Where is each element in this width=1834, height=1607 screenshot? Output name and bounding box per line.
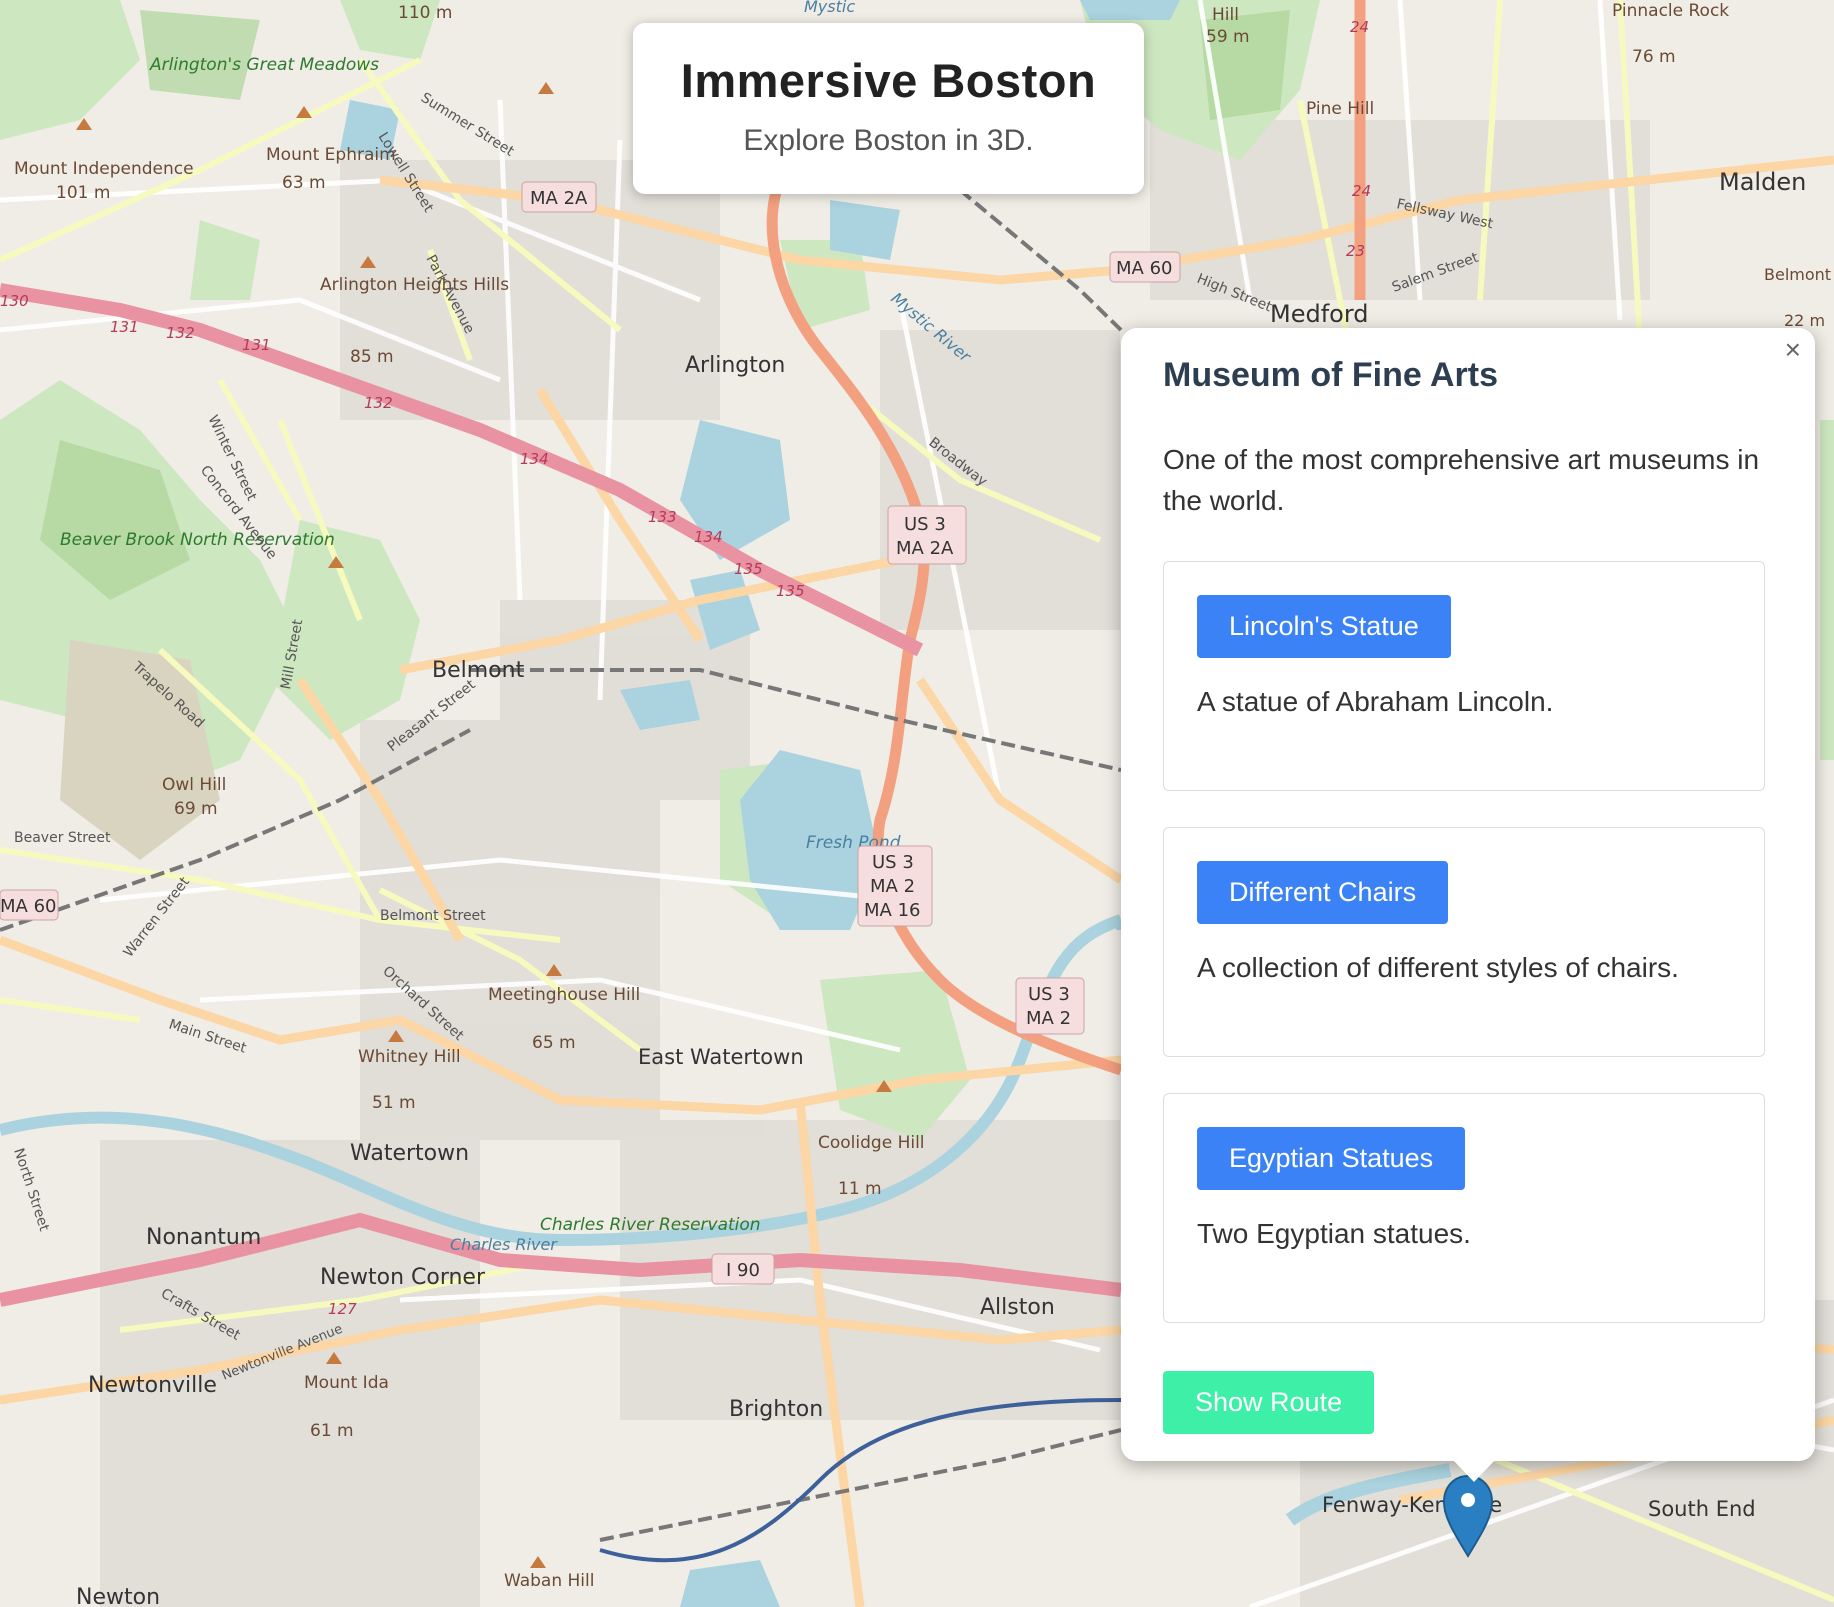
exit-label: 135 — [734, 560, 763, 578]
road-label-beaver: Beaver Street — [14, 830, 111, 846]
shield-us3-ma2-ma16-line2: MA 2 — [870, 876, 915, 897]
map-label-meetinghouse-elev: 65 m — [532, 1033, 576, 1053]
close-icon[interactable]: × — [1785, 336, 1801, 364]
app-header-card: Immersive Boston Explore Boston in 3D. — [633, 23, 1144, 194]
shield-us3-ma2-line1: US 3 — [1028, 984, 1070, 1005]
map-label-waban: Waban Hill — [504, 1571, 594, 1591]
shield-us3-ma2-line2: MA 2 — [1026, 1008, 1071, 1029]
exit-label: 134 — [520, 450, 549, 468]
exit-label: 23 — [1346, 242, 1365, 260]
map-label-allston: Allston — [980, 1295, 1055, 1320]
shield-us3-ma2-ma16-line3: MA 16 — [864, 900, 920, 921]
map-label-coolidge: Coolidge Hill — [818, 1133, 925, 1153]
shield-ma2a: MA 2A — [530, 188, 588, 209]
location-popup: × Museum of Fine Arts One of the most co… — [1121, 328, 1815, 1482]
exhibit-button-egyptian-statues[interactable]: Egyptian Statues — [1197, 1127, 1466, 1190]
map-label-watertown: Watertown — [350, 1141, 469, 1166]
map-label-east-watertown: East Watertown — [638, 1045, 804, 1069]
map-label-charles-res: Charles River Reservation — [540, 1215, 761, 1235]
map-label-owl-hill: Owl Hill — [162, 775, 226, 795]
exit-label: 132 — [364, 394, 393, 412]
popup-title: Museum of Fine Arts — [1163, 356, 1498, 394]
show-route-button[interactable]: Show Route — [1163, 1371, 1375, 1434]
map-label-mt-ephraim-elev: 63 m — [282, 173, 326, 193]
map-label-pinnacle-elev: 76 m — [1632, 47, 1676, 67]
map-label-arlington-heights: Arlington Heights Hills — [320, 275, 509, 295]
exhibit-button-lincolns-statue[interactable]: Lincoln's Statue — [1197, 595, 1451, 658]
app-title: Immersive Boston — [680, 54, 1097, 107]
shield-ma60-west: MA 60 — [0, 896, 56, 917]
exit-label: 131 — [242, 336, 271, 354]
map-label-mt-ephraim: Mount Ephraim — [266, 145, 396, 165]
shield-us3-ma2-ma16-line1: US 3 — [872, 852, 914, 873]
map-label-hill-59: Hill — [1212, 5, 1239, 25]
map-label-newton-corner: Newton Corner — [320, 1265, 486, 1290]
map-label-owl-hill-elev: 69 m — [174, 799, 218, 819]
app-subtitle: Explore Boston in 3D. — [743, 124, 1034, 157]
map-label-nonantum: Nonantum — [146, 1225, 261, 1250]
map-label-coolidge-elev: 11 m — [838, 1179, 882, 1199]
map-label-belmont-hill: Belmont Hill — [1764, 265, 1834, 284]
exit-label: 24 — [1352, 182, 1371, 200]
map-label-mt-independence-elev: 101 m — [56, 183, 110, 203]
map-label-meetinghouse: Meetinghouse Hill — [488, 985, 640, 1005]
map-label-great-meadows: Arlington's Great Meadows — [149, 55, 379, 75]
map-label-arlington: Arlington — [685, 353, 785, 378]
exhibit-description: A collection of different styles of chai… — [1197, 952, 1679, 983]
shield-ma60: MA 60 — [1116, 258, 1172, 279]
exit-label: 134 — [694, 528, 723, 546]
road-label-belmont-st: Belmont Street — [380, 908, 486, 924]
map-label-pine-hill: Pine Hill — [1306, 99, 1374, 119]
map-label-south-end: South End — [1648, 1497, 1756, 1521]
map-label-whitney: Whitney Hill — [358, 1047, 461, 1067]
map-label-malden: Malden — [1719, 168, 1806, 196]
map-label-belmont: Belmont — [432, 658, 525, 683]
exhibit-description: A statue of Abraham Lincoln. — [1197, 686, 1554, 717]
map-label-brighton: Brighton — [729, 1397, 823, 1422]
map-label-arlington-heights-elev: 85 m — [350, 347, 394, 367]
exit-label: 127 — [328, 1300, 357, 1318]
map-label-mt-independence: Mount Independence — [14, 159, 194, 179]
popup-description: One of the most comprehensive art museum… — [1163, 444, 1760, 516]
exhibit-card: Different Chairs A collection of differe… — [1163, 827, 1765, 1057]
exhibit-description: Two Egyptian statues. — [1197, 1218, 1471, 1249]
exit-label: 131 — [110, 318, 139, 336]
map-label-mystic: Mystic — [804, 0, 855, 16]
exit-label: 132 — [166, 324, 195, 342]
exhibit-button-different-chairs[interactable]: Different Chairs — [1197, 861, 1449, 924]
map-label-whitney-elev: 51 m — [372, 1093, 416, 1113]
map-label-mount-ida: Mount Ida — [304, 1373, 389, 1393]
map-label-newton: Newton — [76, 1585, 160, 1607]
map-label-charles-river: Charles River — [450, 1235, 558, 1254]
map-label-medford: Medford — [1270, 300, 1369, 328]
exit-label: 24 — [1350, 18, 1369, 36]
exit-label: 135 — [776, 582, 805, 600]
map-label-newtonville: Newtonville — [88, 1373, 217, 1398]
map-label-beaver-brook: Beaver Brook North Reservation — [60, 530, 335, 550]
exhibit-card: Egyptian Statues Two Egyptian statues. — [1163, 1093, 1765, 1323]
map-label-mount-ida-elev: 61 m — [310, 1421, 354, 1441]
map-label-hill-59-elev: 59 m — [1206, 27, 1250, 47]
exit-label: 130 — [0, 292, 29, 310]
shield-i90: I 90 — [726, 1260, 760, 1281]
exhibit-card: Lincoln's Statue A statue of Abraham Lin… — [1163, 561, 1765, 791]
exit-label: 133 — [648, 508, 677, 526]
map-label-elev-110: 110 m — [398, 3, 452, 23]
shield-us3-ma2a-line1: US 3 — [904, 514, 946, 535]
shield-us3-ma2a-line2: MA 2A — [896, 538, 954, 559]
map-label-pinnacle: Pinnacle Rock — [1612, 1, 1729, 21]
